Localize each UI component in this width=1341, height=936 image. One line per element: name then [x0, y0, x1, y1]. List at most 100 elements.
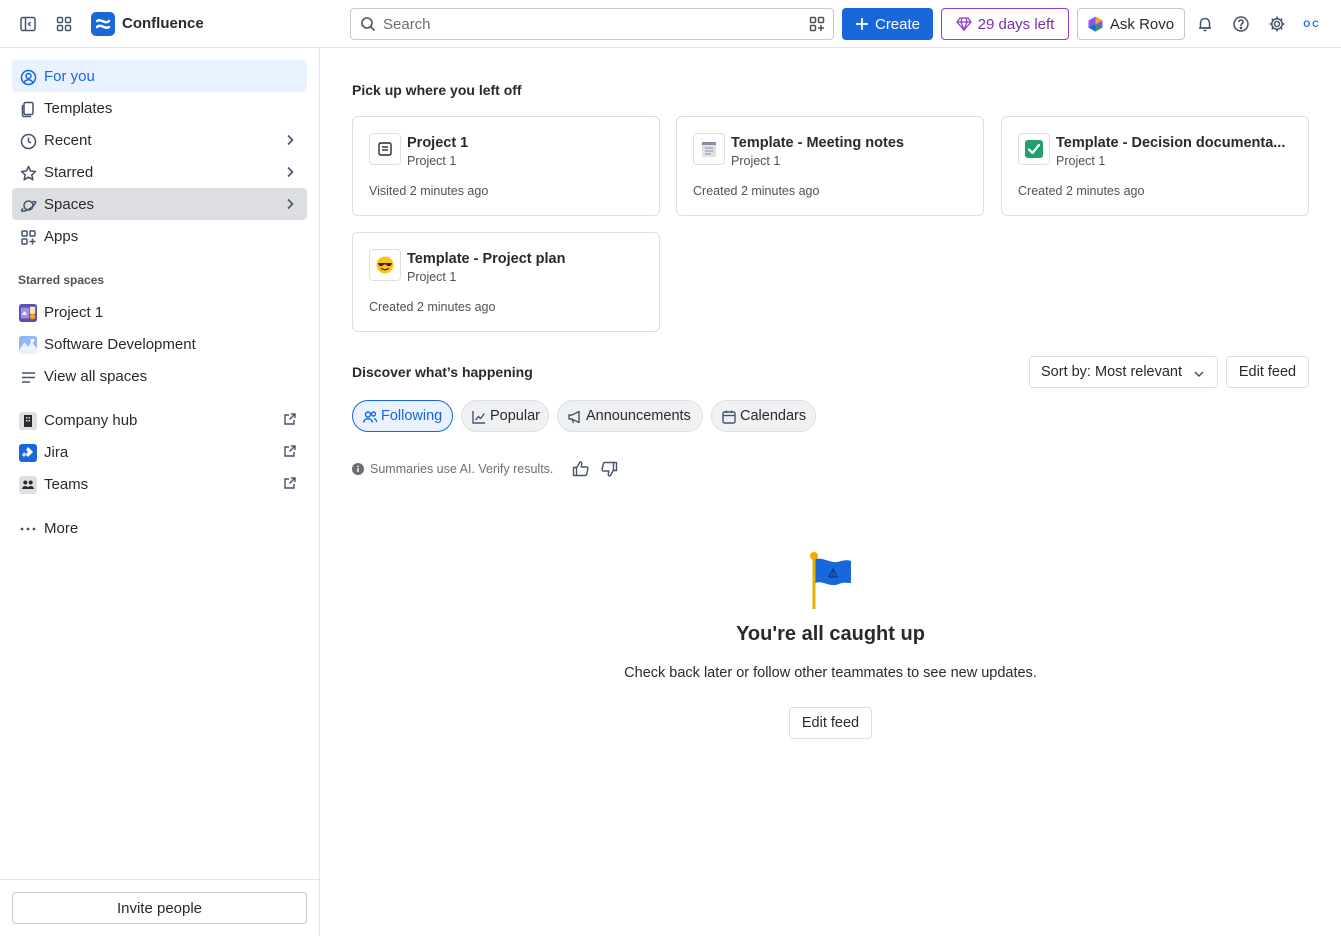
apps-grid-icon	[19, 228, 37, 246]
sidebar-item-label: Apps	[44, 227, 79, 245]
tab-announcements[interactable]: Announcements	[557, 400, 703, 432]
sidebar-space-project-1[interactable]: Project 1	[12, 296, 307, 328]
search-filter-icon[interactable]	[809, 16, 825, 32]
sidebar-item-label: Teams	[44, 475, 89, 493]
empty-state-title: You're all caught up	[736, 623, 925, 645]
sidebar-item-label: Company hub	[44, 411, 138, 429]
sidebar: For you Templates Recent Starred Spaces …	[0, 48, 320, 936]
tab-label: Calendars	[740, 408, 807, 424]
card-title: Project 1	[407, 135, 469, 151]
card-meta: Created 2 minutes ago	[1018, 184, 1145, 198]
sidebar-toggle-icon[interactable]	[16, 12, 40, 36]
user-avatar[interactable]: OC	[1299, 12, 1325, 36]
chevron-right-icon[interactable]	[283, 133, 297, 147]
create-button[interactable]: Create	[842, 8, 933, 40]
clock-icon	[19, 132, 37, 150]
sort-dropdown[interactable]: Sort by: Most relevant	[1029, 356, 1218, 388]
sidebar-item-label: Jira	[44, 443, 69, 461]
tab-label: Announcements	[586, 408, 691, 424]
recent-card[interactable]: Template - Meeting notes Project 1 Creat…	[676, 116, 984, 216]
help-icon[interactable]	[1229, 12, 1253, 36]
recent-card[interactable]: Template - Project plan Project 1 Create…	[352, 232, 660, 332]
sort-label: Sort by: Most relevant	[1041, 364, 1183, 380]
user-circle-icon	[19, 68, 37, 86]
gem-icon	[955, 17, 972, 31]
card-meta: Visited 2 minutes ago	[369, 184, 489, 198]
page-icon	[369, 133, 401, 165]
sidebar-item-label: Project 1	[44, 303, 104, 321]
external-link-icon	[283, 476, 297, 490]
tab-label: Following	[381, 408, 443, 424]
recent-card[interactable]: Template - Decision documenta... Project…	[1001, 116, 1309, 216]
info-icon	[352, 463, 364, 475]
planet-icon	[19, 196, 37, 214]
ai-disclaimer: Summaries use AI. Verify results.	[352, 462, 553, 476]
card-title: Template - Meeting notes	[731, 135, 904, 151]
tab-calendars[interactable]: Calendars	[711, 400, 816, 432]
thumbs-down-icon[interactable]	[600, 460, 618, 478]
sidebar-view-all-spaces[interactable]: View all spaces	[12, 360, 307, 392]
discover-heading: Discover what’s happening	[352, 364, 533, 380]
megaphone-icon	[567, 409, 583, 425]
people-icon	[362, 409, 378, 425]
sidebar-link-jira[interactable]: Jira	[12, 436, 307, 468]
calendar-icon	[721, 409, 737, 425]
card-meta: Created 2 minutes ago	[693, 184, 820, 198]
card-space: Project 1	[407, 270, 457, 284]
star-icon	[19, 164, 37, 182]
top-navigation: Confluence Search Create 29 days left As…	[0, 0, 1341, 48]
sidebar-item-for-you[interactable]: For you	[12, 60, 307, 92]
sidebar-footer: Invite people	[0, 879, 319, 936]
sidebar-more[interactable]: More	[12, 512, 307, 544]
trial-button[interactable]: 29 days left	[941, 8, 1069, 40]
tab-popular[interactable]: Popular	[461, 400, 549, 432]
sidebar-item-label: Starred	[44, 163, 94, 181]
checkmark-icon	[1018, 133, 1050, 165]
sidebar-space-software-development[interactable]: Software Development	[12, 328, 307, 360]
card-space: Project 1	[407, 154, 457, 168]
tab-label: Popular	[490, 408, 540, 424]
thumbs-up-icon[interactable]	[572, 460, 590, 478]
plus-icon	[855, 18, 868, 30]
sidebar-item-label: View all spaces	[44, 367, 148, 385]
external-link-icon	[283, 412, 297, 426]
chevron-right-icon[interactable]	[283, 165, 297, 179]
app-switcher-icon[interactable]	[52, 12, 76, 36]
confluence-logo-icon[interactable]	[91, 12, 115, 36]
sidebar-item-label: Spaces	[44, 195, 95, 213]
empty-state-edit-feed-button[interactable]: Edit feed	[789, 707, 872, 739]
trending-chart-icon	[471, 409, 487, 425]
software-space-icon	[19, 336, 37, 354]
search-input[interactable]: Search	[350, 8, 834, 40]
sidebar-item-spaces[interactable]: Spaces	[12, 188, 307, 220]
search-placeholder: Search	[383, 15, 431, 33]
card-title: Template - Decision documenta...	[1056, 135, 1286, 151]
sidebar-item-recent[interactable]: Recent	[12, 124, 307, 156]
sidebar-link-teams[interactable]: Teams	[12, 468, 307, 500]
trial-label: 29 days left	[977, 15, 1055, 33]
list-icon	[19, 368, 37, 386]
app-name[interactable]: Confluence	[122, 15, 204, 32]
search-icon	[360, 16, 376, 32]
card-meta: Created 2 minutes ago	[369, 300, 496, 314]
recent-card[interactable]: Project 1 Project 1 Visited 2 minutes ag…	[352, 116, 660, 216]
ask-rovo-button[interactable]: Ask Rovo	[1077, 8, 1185, 40]
recent-heading: Pick up where you left off	[352, 82, 522, 98]
chevron-down-icon	[1193, 368, 1205, 380]
sidebar-item-apps[interactable]: Apps	[12, 220, 307, 252]
project-space-icon	[19, 304, 37, 322]
settings-gear-icon[interactable]	[1265, 12, 1289, 36]
notepad-icon	[693, 133, 725, 165]
create-label: Create	[874, 15, 921, 33]
sidebar-item-templates[interactable]: Templates	[12, 92, 307, 124]
sidebar-item-starred[interactable]: Starred	[12, 156, 307, 188]
invite-people-button[interactable]: Invite people	[12, 892, 307, 924]
ask-rovo-label: Ask Rovo	[1109, 15, 1175, 33]
rovo-icon	[1088, 16, 1103, 32]
notifications-bell-icon[interactable]	[1193, 12, 1217, 36]
sidebar-link-company-hub[interactable]: Company hub	[12, 404, 307, 436]
tab-following[interactable]: Following	[352, 400, 453, 432]
edit-feed-button[interactable]: Edit feed	[1226, 356, 1309, 388]
card-title: Template - Project plan	[407, 251, 566, 267]
chevron-right-icon[interactable]	[283, 197, 297, 211]
